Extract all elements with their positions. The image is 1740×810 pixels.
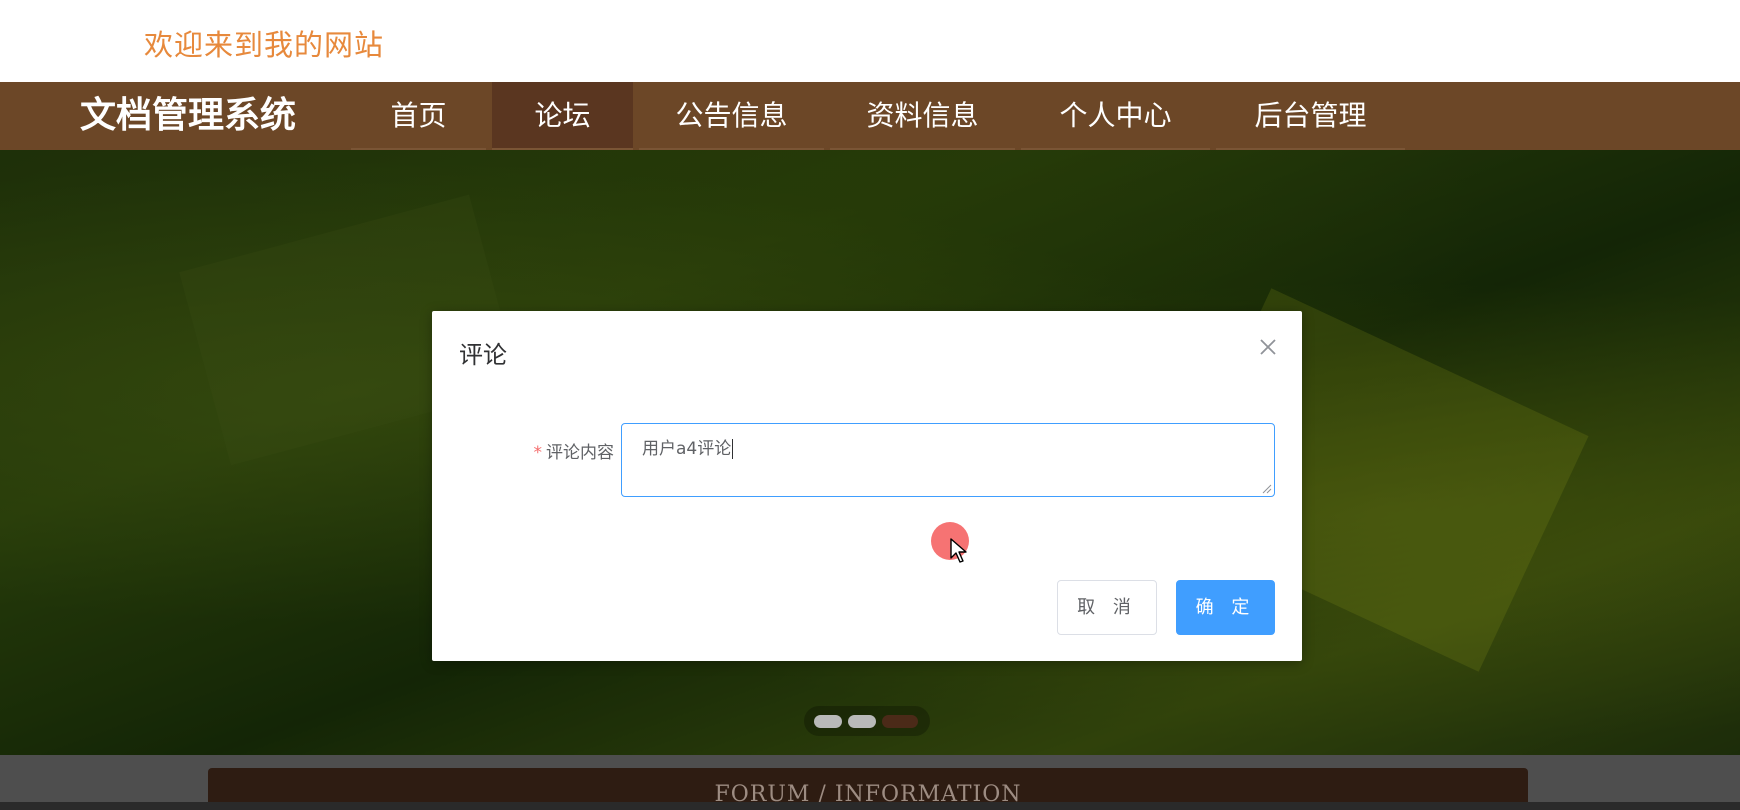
nav-item-admin[interactable]: 后台管理 bbox=[1216, 82, 1405, 150]
welcome-text: 欢迎来到我的网站 bbox=[144, 28, 385, 62]
confirm-button[interactable]: 确 定 bbox=[1176, 580, 1275, 635]
bottom-strip bbox=[0, 802, 1740, 810]
cancel-button[interactable]: 取 消 bbox=[1057, 580, 1157, 635]
comment-field-label: * 评论内容 bbox=[514, 438, 615, 463]
nav-item-announcements[interactable]: 公告信息 bbox=[639, 82, 824, 150]
text-caret bbox=[732, 439, 734, 459]
mouse-pointer-icon bbox=[950, 538, 967, 563]
dialog-title: 评论 bbox=[459, 341, 507, 369]
comment-label-text: 评论内容 bbox=[546, 443, 614, 463]
nav-item-documents[interactable]: 资料信息 bbox=[830, 82, 1015, 150]
nav-item-forum[interactable]: 论坛 bbox=[492, 82, 633, 150]
comment-dialog: 评论 * 评论内容 用户a4评论 取 消 确 定 bbox=[432, 311, 1302, 661]
resize-handle-icon[interactable] bbox=[1262, 484, 1272, 494]
comment-textarea[interactable]: 用户a4评论 bbox=[621, 423, 1275, 497]
comment-textarea-value: 用户a4评论 bbox=[642, 439, 732, 459]
carousel-indicators bbox=[804, 706, 930, 736]
carousel-dot-3[interactable] bbox=[882, 715, 918, 728]
page: 欢迎来到我的网站 文档管理系统 首页 论坛 公告信息 资料信息 个人中心 后台管… bbox=[0, 0, 1740, 810]
top-bar: 欢迎来到我的网站 bbox=[0, 0, 1740, 82]
nav-item-home[interactable]: 首页 bbox=[351, 82, 486, 150]
site-brand[interactable]: 文档管理系统 bbox=[80, 92, 296, 140]
nav-item-personal-center[interactable]: 个人中心 bbox=[1021, 82, 1210, 150]
carousel-dot-2[interactable] bbox=[848, 715, 876, 728]
required-mark: * bbox=[533, 443, 543, 463]
main-nav: 文档管理系统 首页 论坛 公告信息 资料信息 个人中心 后台管理 bbox=[0, 82, 1740, 150]
close-icon[interactable] bbox=[1256, 335, 1280, 359]
carousel-dot-1[interactable] bbox=[814, 715, 842, 728]
